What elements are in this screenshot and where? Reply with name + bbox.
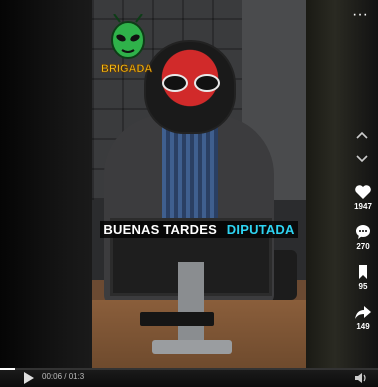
- heart-icon: [355, 185, 371, 199]
- video-feed: BRIGADA BUENAS TARDES DIPUTADA ··· 1947 …: [0, 0, 378, 387]
- caption-highlight: DIPUTADA: [223, 221, 298, 238]
- comment-button[interactable]: 270: [346, 224, 378, 251]
- share-count: 149: [356, 322, 370, 331]
- logo-text: BRIGADA: [101, 63, 152, 75]
- caption-text: BUENAS TARDES: [100, 221, 224, 238]
- video-player[interactable]: BRIGADA BUENAS TARDES DIPUTADA: [92, 0, 306, 370]
- comment-count: 270: [356, 242, 370, 251]
- blurred-left-edge: [0, 0, 92, 387]
- monitor-base: [152, 340, 232, 354]
- mask-right-eye: [194, 74, 220, 92]
- mask-left-eye: [162, 74, 188, 92]
- save-button[interactable]: 95: [346, 264, 378, 291]
- volume-icon[interactable]: [354, 372, 368, 384]
- like-button[interactable]: 1947: [346, 184, 378, 211]
- time-readout: 00:06 / 01:3: [42, 372, 85, 381]
- keyboard: [140, 312, 214, 326]
- monitor-stand: [178, 262, 204, 342]
- chevron-down-icon[interactable]: [352, 152, 372, 168]
- like-count: 1947: [354, 202, 372, 211]
- chevron-up-icon[interactable]: [352, 128, 372, 144]
- comment-icon: [356, 225, 370, 239]
- more-options-icon[interactable]: ···: [348, 7, 372, 28]
- share-icon: [355, 306, 371, 319]
- share-button[interactable]: 149: [346, 304, 378, 331]
- save-count: 95: [358, 282, 368, 291]
- play-icon[interactable]: [24, 372, 34, 384]
- brigada-logo: BRIGADA: [101, 14, 153, 75]
- video-caption: BUENAS TARDES DIPUTADA: [92, 221, 306, 238]
- bookmark-icon: [359, 265, 367, 279]
